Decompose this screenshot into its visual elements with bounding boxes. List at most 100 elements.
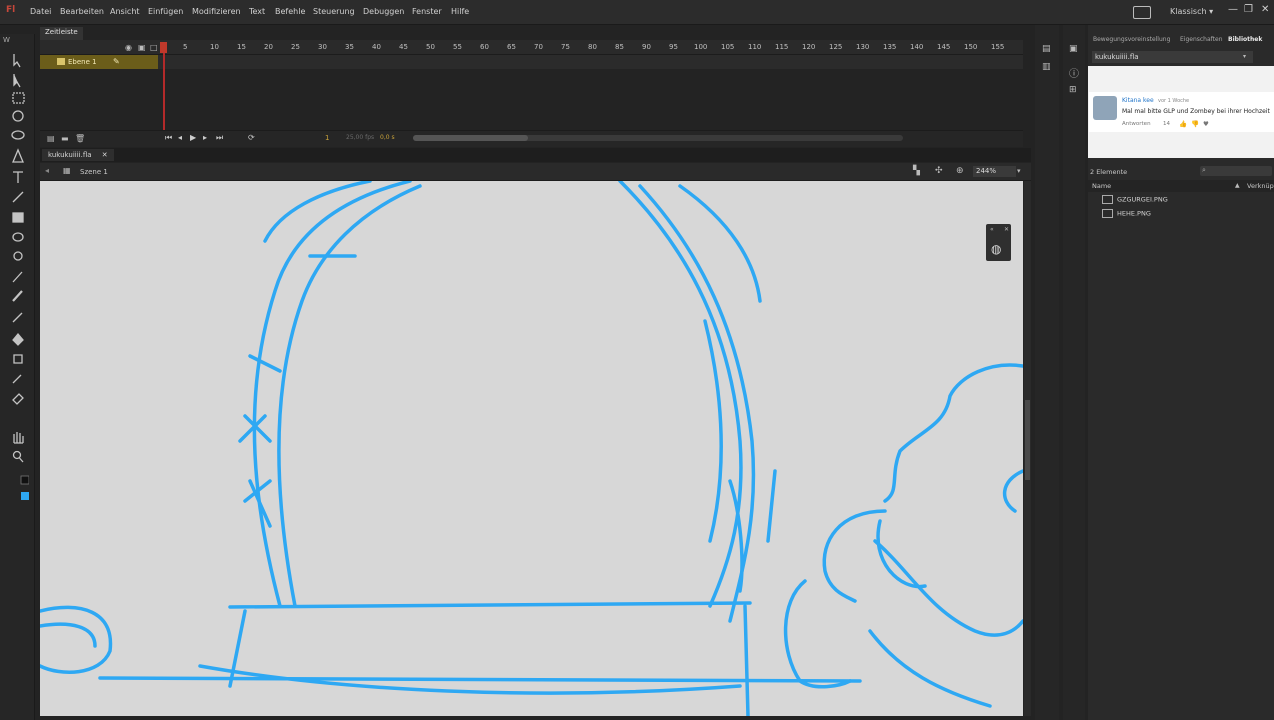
- thumbs-up-icon[interactable]: 👍: [1179, 120, 1187, 128]
- comment-user[interactable]: Kitana kee: [1122, 97, 1154, 104]
- menu-befehle[interactable]: Befehle: [275, 7, 305, 16]
- search-icon: ⌕: [1202, 166, 1206, 174]
- menu-modifizieren[interactable]: Modifizieren: [192, 7, 241, 16]
- timeline-scrollbar-thumb[interactable]: [413, 135, 528, 141]
- camera-icon[interactable]: ◍: [991, 242, 1001, 256]
- new-layer-icon[interactable]: ▤: [47, 134, 55, 143]
- go-to-first-frame-icon[interactable]: ⏮: [165, 133, 172, 143]
- stage-scrollbar-thumb[interactable]: [1025, 400, 1030, 480]
- stage-canvas[interactable]: [40, 181, 1023, 716]
- pen-tool-icon: [12, 148, 24, 163]
- oval-tool-icon: [12, 232, 24, 242]
- tools-collapse-icon[interactable]: W: [3, 36, 10, 44]
- menu-text[interactable]: Text: [249, 7, 265, 16]
- go-to-last-frame-icon[interactable]: ⏭: [216, 133, 223, 143]
- frame-number: 125: [829, 43, 843, 51]
- column-linkage[interactable]: Verknüpf: [1247, 182, 1274, 190]
- frame-number: 10: [210, 43, 219, 51]
- menu-steuerung[interactable]: Steuerung: [313, 7, 355, 16]
- frame-number: 155: [991, 43, 1005, 51]
- close-tab-icon[interactable]: ✕: [102, 151, 108, 159]
- menu-fenster[interactable]: Fenster: [412, 7, 442, 16]
- menu-bearbeiten[interactable]: Bearbeiten: [60, 7, 104, 16]
- tool-icons: [11, 54, 29, 500]
- zoom-field[interactable]: 244%: [973, 166, 1016, 177]
- menu-debuggen[interactable]: Debuggen: [363, 7, 404, 16]
- stroke-color-swatch: [20, 475, 29, 485]
- scene-label[interactable]: Szene 1: [80, 168, 108, 176]
- eye-icon[interactable]: ◉: [125, 43, 132, 52]
- menu-hilfe[interactable]: Hilfe: [451, 7, 469, 16]
- lock-icon[interactable]: ▣: [138, 43, 146, 52]
- playhead-handle[interactable]: [160, 42, 167, 53]
- time-value[interactable]: 0,0 s: [380, 134, 395, 141]
- reply-link[interactable]: Antworten: [1122, 121, 1151, 127]
- menu-datei[interactable]: Datei: [30, 7, 51, 16]
- tab-timeline[interactable]: Zeitleiste: [40, 27, 83, 41]
- close-icon[interactable]: ✕: [1004, 226, 1009, 233]
- thumbs-down-icon[interactable]: 👎: [1191, 120, 1199, 128]
- step-back-icon[interactable]: ◂: [178, 133, 182, 142]
- back-arrow-icon[interactable]: ◂: [45, 166, 49, 175]
- sketch-drawing: [40, 181, 1023, 716]
- tab-properties[interactable]: Eigenschaften: [1180, 36, 1223, 43]
- frame-number: 85: [615, 43, 624, 51]
- heart-icon[interactable]: ♥: [1203, 120, 1209, 128]
- transform-panel-icon[interactable]: ⊞: [1069, 85, 1077, 95]
- panel-dock-1: [1035, 25, 1059, 720]
- library-item[interactable]: GZGURGEI.PNG: [1102, 195, 1168, 207]
- layer-name[interactable]: Ebene 1: [68, 58, 97, 66]
- expand-icon[interactable]: «: [990, 226, 994, 233]
- library-item[interactable]: HEHE.PNG: [1102, 209, 1151, 221]
- sort-icon[interactable]: ▲: [1235, 182, 1240, 189]
- info-icon[interactable]: ⓘ: [1069, 65, 1079, 80]
- ink-bottle-tool-icon: [13, 354, 23, 364]
- new-folder-icon[interactable]: ▬: [61, 134, 69, 143]
- center-stage-icon[interactable]: ⊕: [956, 166, 964, 176]
- frame-number: 150: [964, 43, 978, 51]
- playhead[interactable]: [163, 42, 165, 132]
- library-file-select[interactable]: kukukuiiii.fla: [1092, 51, 1253, 63]
- panel-icon[interactable]: ▤: [1042, 44, 1051, 54]
- bone-tool-icon: [12, 312, 23, 323]
- document-tab[interactable]: kukukuiiii.fla ✕: [42, 149, 114, 161]
- eyedropper-tool-icon: [12, 374, 22, 384]
- column-name[interactable]: Name: [1092, 182, 1111, 190]
- pencil-icon: ✎: [113, 57, 120, 66]
- edit-symbol-icon[interactable]: ✣: [935, 166, 943, 176]
- chevron-down-icon[interactable]: ▾: [1017, 167, 1021, 175]
- library-panel-icon[interactable]: ▣: [1069, 44, 1078, 54]
- frame-number: 130: [856, 43, 870, 51]
- restore-button[interactable]: ❐: [1244, 4, 1253, 15]
- menu-einfuegen[interactable]: Einfügen: [148, 7, 183, 16]
- rectangle-tool-icon: [12, 212, 24, 223]
- outline-icon[interactable]: □: [150, 43, 158, 52]
- play-icon[interactable]: ▶: [190, 133, 196, 142]
- chevron-down-icon[interactable]: ▾: [1243, 53, 1246, 60]
- panel-icon[interactable]: ▥: [1042, 62, 1051, 72]
- edit-bar: [40, 163, 1031, 181]
- frame-number: 75: [561, 43, 570, 51]
- loop-icon[interactable]: ⟳: [248, 133, 255, 142]
- 3d-rotation-tool-icon: [12, 110, 24, 122]
- frame-number: 70: [534, 43, 543, 51]
- minimize-button[interactable]: —: [1228, 4, 1238, 15]
- tab-library[interactable]: Bibliothek: [1228, 36, 1262, 43]
- fill-color-swatch: [21, 492, 29, 500]
- library-search-input[interactable]: [1200, 166, 1272, 176]
- close-button[interactable]: ✕: [1261, 4, 1269, 15]
- item-count: 2 Elemente: [1090, 168, 1128, 176]
- frame-number: 105: [721, 43, 735, 51]
- delete-layer-icon[interactable]: 🗑: [75, 134, 85, 143]
- tab-motion-presets[interactable]: Bewegungsvoreinstellung: [1093, 36, 1170, 43]
- current-frame[interactable]: 1: [325, 134, 329, 142]
- frame-number: 30: [318, 43, 327, 51]
- workspace-switcher[interactable]: Klassisch ▾: [1170, 7, 1213, 16]
- step-forward-icon[interactable]: ▸: [203, 133, 207, 142]
- edit-scene-icon[interactable]: ▚: [913, 166, 920, 176]
- frame-number: 65: [507, 43, 516, 51]
- layer-row[interactable]: [40, 55, 1023, 69]
- menu-ansicht[interactable]: Ansicht: [110, 7, 140, 16]
- fps-value[interactable]: 25,00 fps: [346, 134, 374, 141]
- workspace-icon[interactable]: [1133, 6, 1151, 19]
